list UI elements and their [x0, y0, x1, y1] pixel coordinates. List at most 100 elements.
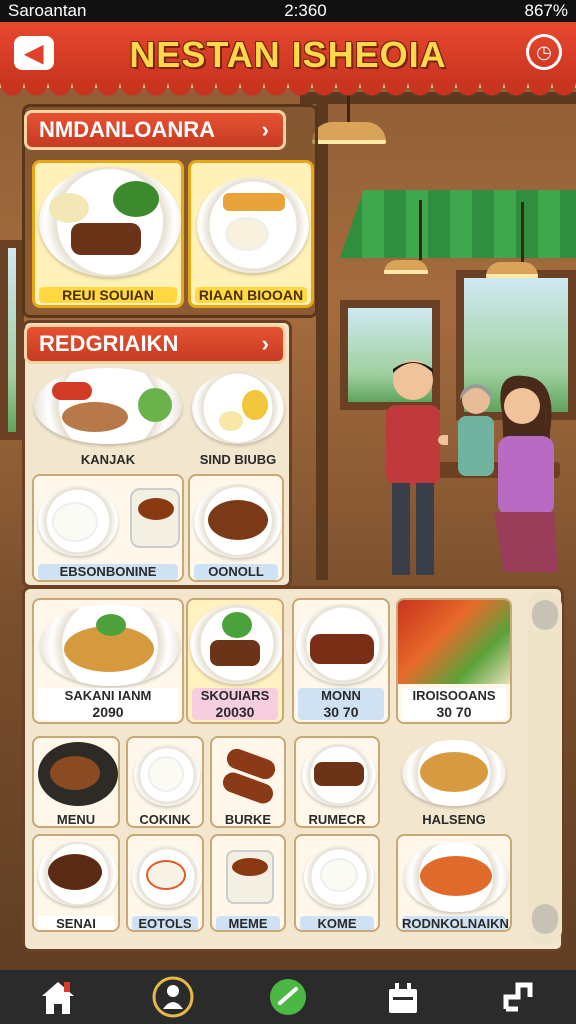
food-image: [222, 612, 252, 638]
food-card-label: REUI SOUIAN: [39, 287, 177, 303]
share-icon: [503, 982, 533, 1012]
food-image: [50, 756, 100, 790]
game-screen: { "status": {"carrier": "Saroantan", "ti…: [0, 0, 576, 1024]
menu-item-name: SKOUIARS: [200, 688, 270, 703]
battery-label: 867%: [524, 1, 568, 20]
menu-item-card[interactable]: SENAI: [32, 834, 120, 932]
menu-scrollbar[interactable]: [528, 592, 562, 944]
menu-item-card[interactable]: HALSENG: [396, 736, 512, 828]
food-card[interactable]: EBSONBONINE: [32, 474, 184, 582]
plate-image: [39, 167, 181, 277]
hanging-lamp: [312, 62, 386, 144]
food-image: [71, 223, 141, 255]
food-card[interactable]: RIAAN BIOOAN: [188, 160, 314, 308]
woman-customer: [494, 375, 558, 572]
food-image: [138, 388, 172, 422]
section1-banner[interactable]: NMDANLOANRA ›: [24, 110, 286, 150]
food-image: [223, 193, 285, 211]
plate-image: [192, 372, 284, 444]
food-image: [138, 498, 174, 520]
food-image: [420, 856, 492, 896]
shop-icon: [389, 983, 418, 1013]
menu-item-price: 20030: [215, 704, 255, 720]
section2-banner[interactable]: REDGRIAIKN ›: [24, 324, 286, 364]
menu-item-card[interactable]: IROISOOANS 30 70: [396, 598, 512, 724]
menu-item-card[interactable]: MENU: [32, 736, 120, 828]
clock-button[interactable]: ◷: [526, 34, 562, 70]
food-card[interactable]: REUI SOUIAN: [32, 160, 184, 308]
food-image: [320, 858, 358, 892]
food-card-label: EBSONBONINE: [38, 564, 178, 580]
menu-item-name: SAKANI IANM: [64, 688, 152, 703]
menu-item-label: MENU: [56, 812, 96, 827]
status-bar: Saroantan 2:360 867%: [0, 0, 576, 22]
hanging-lamp: [486, 202, 538, 278]
menu-item-label: SAKANI IANM 2090: [38, 688, 178, 720]
food-image: [52, 502, 98, 542]
food-card[interactable]: KANJAK: [32, 368, 184, 472]
food-card[interactable]: SIND BIUBG: [190, 368, 286, 472]
food-image: [398, 600, 510, 684]
food-image: [225, 217, 269, 251]
back-button[interactable]: ◀: [14, 36, 54, 70]
food-card[interactable]: OONOLL: [188, 474, 284, 582]
menu-item-label: RUMECR: [308, 812, 366, 827]
food-image: [148, 756, 184, 792]
scroll-knob-top[interactable]: [532, 600, 558, 630]
menu-item-card[interactable]: EOTOLS: [126, 834, 204, 932]
menu-item-price: 2090: [92, 704, 124, 720]
section2-title: REDGRIAIKN: [39, 331, 179, 356]
scroll-knob-bottom[interactable]: [532, 904, 558, 934]
menu-item-price: 30 70: [323, 704, 359, 720]
menu-item-card[interactable]: KOME: [294, 834, 380, 932]
food-image: [232, 858, 268, 876]
carrier-label: Saroantan: [8, 1, 87, 20]
menu-item-label: RODNKOLNAIKN: [402, 916, 509, 931]
nav-shop-button[interactable]: [373, 973, 433, 1021]
food-image: [310, 634, 374, 664]
food-image: [96, 614, 126, 636]
menu-item-card[interactable]: SKOUIARS 20030: [186, 598, 284, 724]
food-card-label: SIND BIUBG: [199, 452, 277, 467]
food-image: [146, 860, 186, 890]
menu-item-card[interactable]: RUMECR: [294, 736, 380, 828]
food-card-label: OONOLL: [194, 564, 278, 580]
menu-item-name: MONN: [321, 688, 361, 703]
menu-item-card[interactable]: SAKANI IANM 2090: [32, 598, 184, 724]
green-awning: [340, 190, 576, 258]
nav-home-button[interactable]: [28, 973, 88, 1021]
confirm-icon: [269, 979, 306, 1015]
food-image: [49, 193, 89, 223]
nav-share-button[interactable]: [488, 973, 548, 1021]
nav-profile-button[interactable]: [143, 973, 203, 1021]
top-header: ◀ NESTAN ISHEOIA ◷: [0, 22, 576, 96]
menu-item-card[interactable]: COKINK: [126, 736, 204, 828]
menu-item-price: 30 70: [436, 704, 472, 720]
home-icon: [41, 982, 74, 1014]
food-image: [113, 181, 159, 217]
menu-item-label: KOME: [300, 916, 374, 930]
menu-item-card[interactable]: MONN 30 70: [292, 598, 390, 724]
menu-item-card[interactable]: RODNKOLNAIKN: [396, 834, 512, 932]
menu-item-label: SENAI: [38, 916, 114, 930]
menu-item-name: IROISOOANS: [412, 688, 496, 703]
menu-item-label: MEME: [216, 916, 280, 930]
clock-icon: ◷: [536, 41, 552, 62]
hanging-lamp: [384, 200, 428, 274]
window-left: [0, 240, 24, 440]
menu-item-card[interactable]: MEME: [210, 834, 286, 932]
menu-item-label: EOTOLS: [132, 916, 198, 930]
nav-confirm-button[interactable]: [258, 973, 318, 1021]
menu-item-card[interactable]: BURKE: [210, 736, 286, 828]
food-image: [62, 402, 128, 432]
chevron-right-icon: ›: [261, 331, 269, 356]
food-image: [216, 408, 246, 434]
back-arrow-icon: ◀: [24, 39, 44, 67]
food-card-label: RIAAN BIOOAN: [195, 287, 307, 303]
menu-item-label: HALSENG: [422, 812, 486, 827]
clock-label: 2:360: [284, 1, 327, 20]
menu-item-label: MONN 30 70: [298, 688, 384, 720]
chevron-right-icon: ›: [261, 117, 269, 142]
section1-title: NMDANLOANRA: [39, 117, 215, 142]
food-image: [52, 382, 92, 400]
